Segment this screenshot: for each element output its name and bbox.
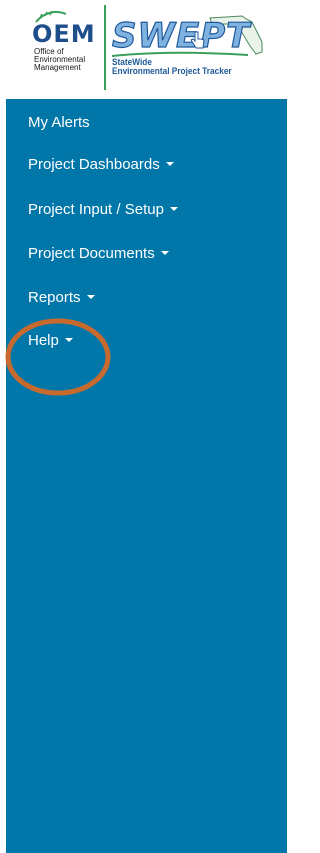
sidebar-item-project-input-setup[interactable]: Project Input / Setup [28, 198, 178, 222]
caret-down-icon [165, 162, 174, 167]
sidebar-item-label: Help [28, 332, 59, 349]
oem-wordmark: OEM [32, 20, 96, 48]
oem-logo[interactable]: OEM Office of Environmental Management [28, 10, 100, 90]
sidebar-item-label: Project Documents [28, 245, 155, 262]
sidebar-item-label: Reports [28, 289, 81, 306]
oem-subtitle-line: Management [34, 63, 81, 72]
swept-subtitle-line: Environmental Project Tracker [112, 66, 232, 76]
sidebar-item-label: Project Input / Setup [28, 201, 164, 218]
swept-logo[interactable]: SWEPT StateWide Environmental Project Tr… [108, 10, 268, 88]
caret-down-icon [169, 207, 178, 212]
sidebar-item-help[interactable]: Help [28, 329, 73, 353]
sidebar-item-label: Project Dashboards [28, 156, 160, 173]
caret-down-icon [86, 295, 95, 300]
sidebar-nav: My Alerts Project Dashboards Project Inp… [6, 99, 287, 853]
caret-down-icon [160, 251, 169, 256]
sidebar-item-my-alerts[interactable]: My Alerts [28, 111, 90, 135]
header: OEM Office of Environmental Management S… [0, 0, 287, 96]
sidebar-item-reports[interactable]: Reports [28, 286, 95, 310]
oem-subtitle: Office of Environmental Management [34, 48, 100, 72]
sidebar-item-project-documents[interactable]: Project Documents [28, 242, 169, 266]
caret-down-icon [64, 338, 73, 343]
swept-subtitle: StateWide Environmental Project Tracker [112, 58, 250, 76]
hand-pointer-icon [190, 31, 205, 49]
swept-wordmark: SWEPT [111, 16, 251, 56]
page: OEM Office of Environmental Management S… [0, 0, 287, 853]
sidebar-item-label: My Alerts [28, 114, 90, 131]
logo-divider [104, 5, 106, 90]
sidebar-item-project-dashboards[interactable]: Project Dashboards [28, 153, 174, 177]
